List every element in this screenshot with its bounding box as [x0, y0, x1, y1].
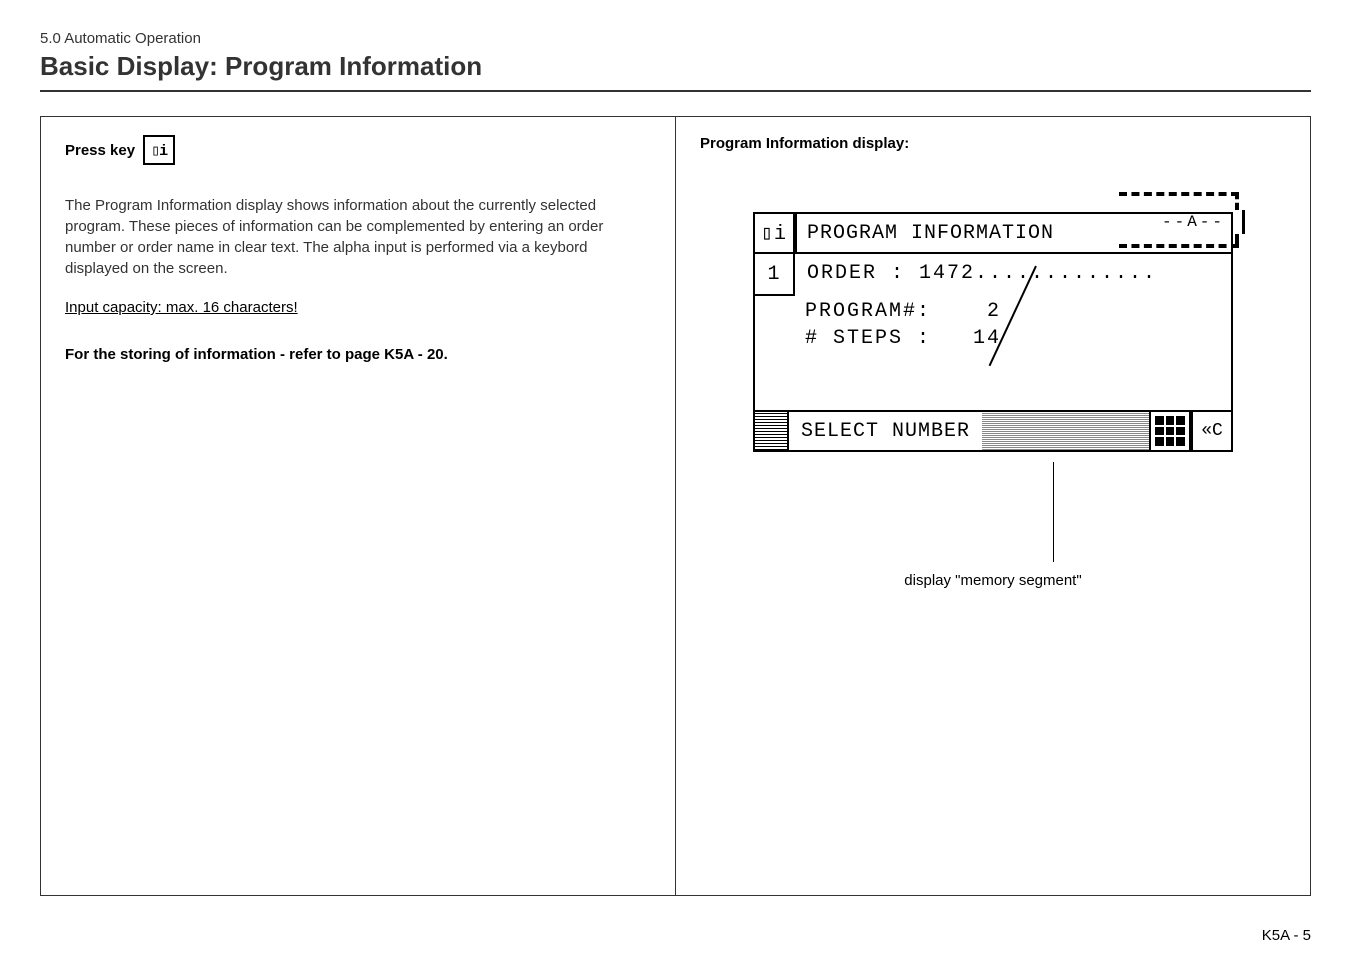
lcd-steps-line: # STEPS : 14: [805, 327, 1231, 350]
memory-segment-indicator: --A--: [1145, 210, 1245, 234]
left-column: Press key ▯i The Program Information dis…: [41, 117, 675, 895]
storing-reference: For the storing of information - refer t…: [65, 346, 651, 363]
lcd-display: --A-- ▯i PROGRAM INFORMATION 1 ORDER : 1…: [753, 212, 1233, 452]
input-capacity-note: Input capacity: max. 16 characters!: [65, 299, 298, 316]
right-column: Program Information display: --A-- ▯i PR…: [675, 117, 1310, 895]
memory-segment-caption: display "memory segment": [700, 572, 1286, 589]
pattern-icon-left: [753, 410, 789, 452]
description-paragraph: The Program Information display shows in…: [65, 195, 651, 279]
callout-line-vertical: [1053, 462, 1054, 562]
keypad-icon: [1149, 410, 1191, 452]
press-key-row: Press key ▯i: [65, 135, 651, 165]
lcd-header-icon: ▯i: [753, 212, 795, 254]
info-key-icon: ▯i: [143, 135, 175, 165]
page-title: Basic Display: Program Information: [40, 51, 1311, 82]
page-number: K5A - 5: [1262, 927, 1311, 944]
back-icon: «C: [1191, 410, 1233, 452]
lcd-footer-row: SELECT NUMBER «C: [753, 410, 1233, 452]
pattern-fill: [982, 410, 1149, 452]
press-key-label: Press key: [65, 142, 135, 159]
display-heading: Program Information display:: [700, 135, 1286, 152]
title-divider: [40, 90, 1311, 92]
memory-segment-callout: --A--: [1119, 192, 1239, 230]
lcd-order-line: ORDER : 1472.............: [795, 254, 1233, 296]
content-frame: Press key ▯i The Program Information dis…: [40, 116, 1311, 896]
section-label: 5.0 Automatic Operation: [40, 30, 1311, 47]
lcd-index-box: 1: [753, 254, 795, 296]
lcd-footer-label: SELECT NUMBER: [789, 410, 982, 452]
lcd-body: PROGRAM#: 2 # STEPS : 14: [753, 296, 1233, 410]
